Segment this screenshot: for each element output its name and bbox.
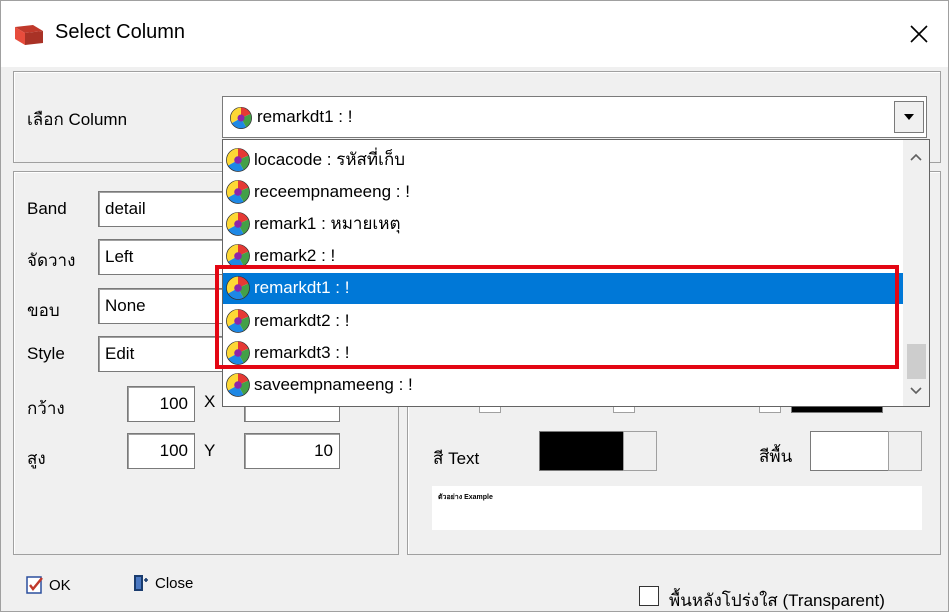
column-icon (226, 308, 250, 333)
close-window-button[interactable] (890, 1, 948, 67)
dropdown-item-label: remarkdt3 : ! (254, 342, 350, 362)
height-label: สูง (27, 449, 46, 468)
window-title: Select Column (55, 21, 186, 43)
column-icon (226, 276, 250, 301)
y-input[interactable]: 10 (244, 433, 340, 469)
dropdown-item[interactable]: saveempnameeng : ! (223, 369, 903, 400)
column-icon (226, 211, 250, 236)
dropdown-item[interactable]: locacode : รหัสที่เก็บ (223, 144, 903, 175)
column-dropdown-list: locacode : รหัสที่เก็บ receempnameeng : !… (222, 139, 930, 407)
column-select-label: เลือก Column (27, 110, 128, 129)
x-label: X (204, 392, 216, 411)
dropdown-item-label: saveempnameeng : ! (254, 374, 413, 394)
column-icon (226, 372, 250, 397)
combobox-dropdown-button[interactable] (894, 101, 924, 133)
scroll-thumb[interactable] (907, 344, 926, 379)
align-label: จัดวาง (27, 251, 76, 270)
dropdown-item-label: receempnameeng : ! (254, 181, 410, 201)
border-select[interactable]: None (98, 288, 223, 324)
border-label: ขอบ (27, 301, 60, 320)
text-color-picker-button[interactable] (623, 431, 657, 471)
bg-color-label: สีพื้น (759, 447, 793, 466)
ok-label: OK (49, 576, 71, 594)
close-label: Close (155, 574, 194, 592)
dropdown-item[interactable]: receempnameeng : ! (223, 176, 903, 207)
bg-color-picker-button[interactable] (888, 431, 922, 471)
y-label: Y (204, 441, 216, 460)
style-label: Style (27, 344, 65, 363)
dropdown-item-label: remark2 : ! (254, 246, 336, 266)
column-icon (226, 179, 250, 204)
align-select[interactable]: Left (98, 239, 223, 275)
column-icon (230, 107, 252, 129)
dropdown-item[interactable]: remark1 : หมายเหตุ (223, 208, 903, 239)
dropdown-item-label: remarkdt1 : ! (254, 278, 350, 298)
chevron-down-icon (910, 387, 922, 395)
title-bar: Select Column (1, 1, 948, 67)
height-input[interactable]: 100 (127, 433, 195, 469)
ok-button[interactable]: OK (25, 575, 71, 595)
dropdown-item-label: locacode : รหัสที่เก็บ (254, 150, 406, 169)
close-button[interactable]: Close (131, 573, 193, 593)
text-color-swatch[interactable] (539, 431, 625, 471)
dropdown-item[interactable]: remarkdt2 : ! (223, 305, 903, 336)
exit-door-icon (134, 575, 148, 591)
dropdown-item[interactable]: remarkdt1 : ! (223, 272, 903, 304)
column-combobox[interactable]: remarkdt1 : ! (222, 96, 927, 138)
close-icon (910, 25, 928, 43)
dropdown-item-label: remark1 : หมายเหตุ (254, 214, 401, 234)
dropdown-item[interactable]: remarkdt3 : ! (223, 337, 903, 368)
text-color-label: สี Text (433, 449, 480, 468)
column-icon (226, 147, 250, 172)
chevron-down-icon (904, 114, 914, 120)
style-select[interactable]: Edit (98, 336, 223, 372)
band-label: Band (27, 199, 67, 218)
transparent-checkbox[interactable] (639, 586, 659, 606)
transparent-label: พื้นหลังโปร่งใส (Transparent) (669, 591, 885, 610)
width-label: กว้าง (27, 399, 65, 418)
select-column-dialog: Select Column เลือก Column remarkdt1 : !… (0, 0, 949, 612)
dropdown-item[interactable]: remark2 : ! (223, 241, 903, 272)
sample-preview: ตัวอย่าง Example (432, 486, 922, 530)
dropdown-scrollbar[interactable] (903, 140, 929, 406)
checkmark-doc-icon (26, 576, 43, 594)
column-icon (226, 340, 250, 365)
sample-text: ตัวอย่าง Example (438, 494, 493, 501)
width-input[interactable]: 100 (127, 386, 195, 422)
column-icon (226, 244, 250, 269)
app-icon (15, 25, 43, 45)
bg-color-swatch[interactable] (810, 431, 890, 471)
column-combobox-value: remarkdt1 : ! (257, 107, 353, 126)
scroll-up-button[interactable] (903, 144, 929, 170)
scroll-down-button[interactable] (903, 378, 929, 404)
chevron-up-icon (910, 153, 922, 161)
dropdown-item-label: remarkdt2 : ! (254, 310, 350, 330)
band-select[interactable]: detail (98, 191, 223, 227)
